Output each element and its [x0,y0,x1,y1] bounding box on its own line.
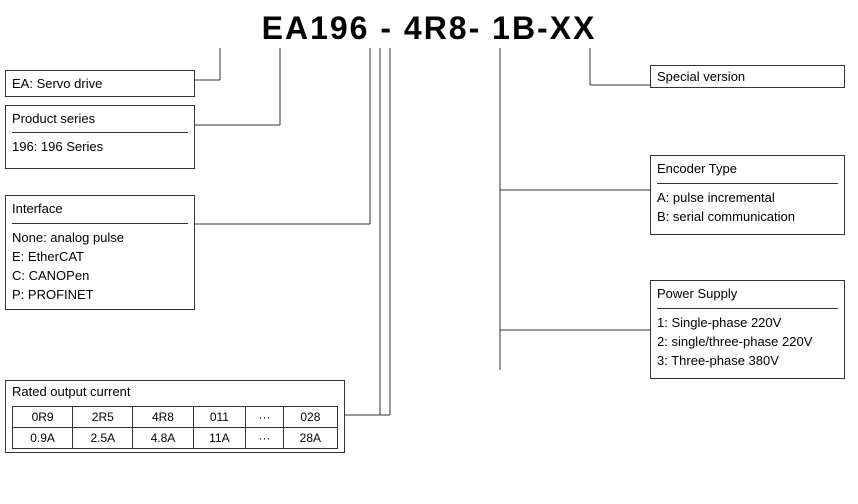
current-value-5: 28A [283,428,337,449]
current-header-4: ··· [246,407,284,428]
encoder-item-0: A: pulse incremental [657,188,838,207]
interface-item-0: None: analog pulse [12,228,188,247]
current-header-3: 011 [193,407,246,428]
current-header-5: 028 [283,407,337,428]
power-label: Power Supply [657,284,838,304]
power-item-2: 3: Three-phase 380V [657,351,838,370]
current-value-0: 0.9A [13,428,73,449]
power-item-1: 2: single/three-phase 220V [657,332,838,351]
current-header-0: 0R9 [13,407,73,428]
current-value-3: 11A [193,428,246,449]
ea-box: EA: Servo drive [5,70,195,97]
interface-label: Interface [12,199,188,219]
special-box: Special version [650,65,845,88]
encoder-divider [657,183,838,184]
page-title: EA196 - 4R8- 1B-XX [0,0,858,52]
power-divider [657,308,838,309]
current-box: Rated output current 0R9 2R5 4R8 011 ···… [5,380,345,453]
series-value: 196: 196 Series [12,137,188,156]
current-value-row: 0.9A 2.5A 4.8A 11A ··· 28A [13,428,338,449]
encoder-label: Encoder Type [657,159,838,179]
current-header-row: 0R9 2R5 4R8 011 ··· 028 [13,407,338,428]
current-header-1: 2R5 [73,407,133,428]
encoder-box: Encoder Type A: pulse incremental B: ser… [650,155,845,235]
series-label: Product series [12,109,188,128]
interface-item-2: C: CANOPen [12,266,188,285]
current-table: 0R9 2R5 4R8 011 ··· 028 0.9A 2.5A 4.8A 1… [12,406,338,449]
power-item-0: 1: Single-phase 220V [657,313,838,332]
series-divider [12,132,188,133]
current-value-4: ··· [246,428,284,449]
interface-divider [12,223,188,224]
current-label: Rated output current [12,384,338,402]
current-header-2: 4R8 [133,407,193,428]
special-label: Special version [657,69,745,84]
current-value-2: 4.8A [133,428,193,449]
ea-label: EA: Servo drive [12,74,188,93]
interface-item-3: P: PROFINET [12,285,188,304]
encoder-item-1: B: serial communication [657,207,838,226]
power-box: Power Supply 1: Single-phase 220V 2: sin… [650,280,845,379]
series-box: Product series 196: 196 Series [5,105,195,169]
interface-item-1: E: EtherCAT [12,247,188,266]
interface-box: Interface None: analog pulse E: EtherCAT… [5,195,195,310]
current-value-1: 2.5A [73,428,133,449]
